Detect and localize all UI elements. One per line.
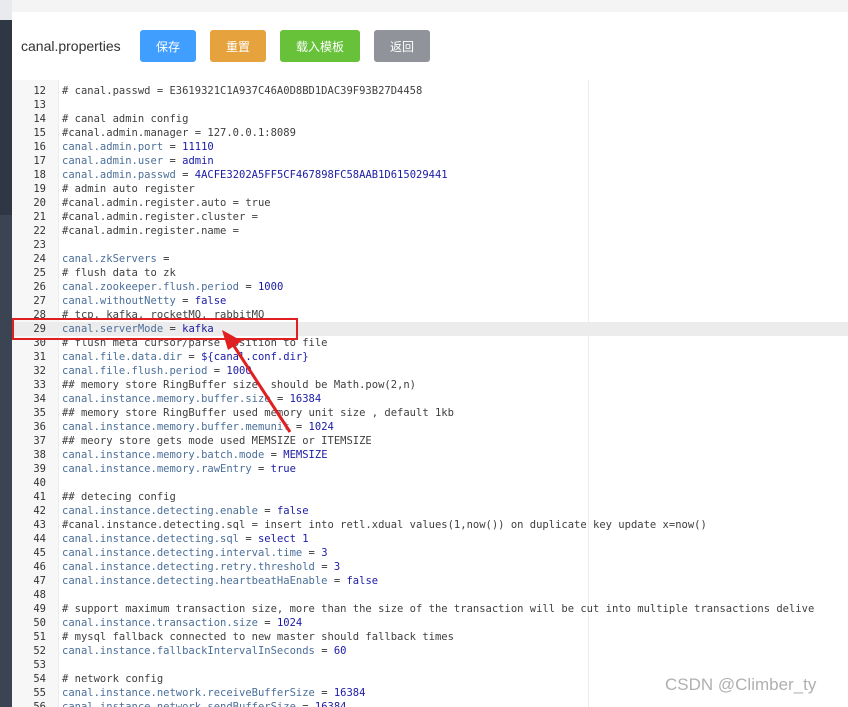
- watermark: CSDN @Climber_ty: [665, 675, 817, 694]
- annotation-arrow: [222, 330, 292, 433]
